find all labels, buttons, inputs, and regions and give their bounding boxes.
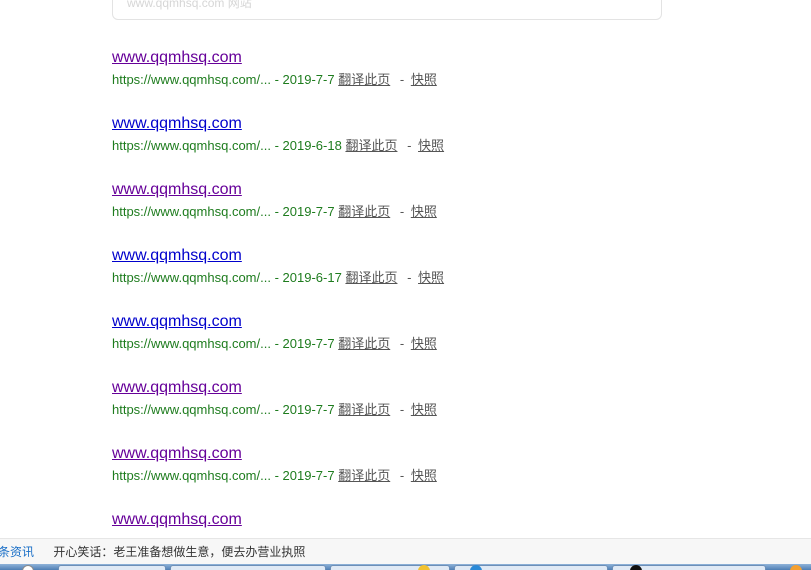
result-url: https://www.qqmhsq.com/...	[112, 270, 271, 285]
snapshot-link[interactable]: 快照	[411, 468, 437, 483]
search-result: www.qqmhsq.com https://www.qqmhsq.com/..…	[112, 180, 712, 246]
result-title-link[interactable]: www.qqmhsq.com	[112, 114, 242, 134]
meta-dash: -	[274, 270, 283, 285]
taskbar	[0, 564, 811, 570]
result-url: https://www.qqmhsq.com/...	[112, 204, 271, 219]
search-result: www.qqmhsq.com https://www.qqmhsq.com/..…	[112, 246, 712, 312]
snapshot-link[interactable]: 快照	[411, 336, 437, 351]
result-url: https://www.qqmhsq.com/...	[112, 138, 271, 153]
snapshot-link[interactable]: 快照	[411, 402, 437, 417]
translate-link[interactable]: 翻译此页	[345, 138, 397, 153]
app-icon[interactable]	[630, 565, 642, 570]
result-date: 2019-7-7	[282, 336, 335, 351]
result-date: 2019-6-18	[282, 138, 342, 153]
app-icon[interactable]	[790, 565, 802, 570]
browser-viewport: www.qqmhsq.com 网站 www.qqmhsq.com https:/…	[0, 0, 811, 570]
meta-dash: -	[274, 402, 283, 417]
meta-dash: -	[274, 72, 283, 87]
meta-dash: -	[274, 468, 283, 483]
search-box-ghost-text: www.qqmhsq.com 网站	[127, 0, 252, 10]
meta-dash: -	[399, 204, 405, 219]
result-meta: https://www.qqmhsq.com/... - 2019-6-17 翻…	[112, 269, 712, 287]
browser-icon[interactable]	[22, 565, 34, 570]
result-meta: https://www.qqmhsq.com/... - 2019-7-7 翻译…	[112, 335, 712, 353]
result-title-link[interactable]: www.qqmhsq.com	[112, 48, 242, 68]
result-title-link[interactable]: www.qqmhsq.com	[112, 312, 242, 332]
result-title-link[interactable]: www.qqmhsq.com	[112, 510, 242, 530]
meta-dash: -	[274, 138, 283, 153]
result-url: https://www.qqmhsq.com/...	[112, 402, 271, 417]
result-date: 2019-7-7	[282, 402, 335, 417]
result-meta: https://www.qqmhsq.com/... - 2019-7-7 翻译…	[112, 467, 712, 485]
folder-icon[interactable]	[418, 565, 430, 570]
search-result: www.qqmhsq.com https://www.qqmhsq.com/..…	[112, 312, 712, 378]
search-results: www.qqmhsq.com https://www.qqmhsq.com/..…	[112, 48, 712, 570]
meta-dash: -	[274, 204, 283, 219]
result-url: https://www.qqmhsq.com/...	[112, 72, 271, 87]
result-date: 2019-7-7	[282, 204, 335, 219]
translate-link[interactable]: 翻译此页	[338, 402, 390, 417]
snapshot-link[interactable]: 快照	[418, 270, 444, 285]
meta-dash: -	[399, 336, 405, 351]
taskbar-item[interactable]	[58, 565, 166, 570]
meta-dash: -	[399, 402, 405, 417]
meta-dash: -	[407, 270, 412, 285]
meta-dash: -	[274, 336, 283, 351]
snapshot-link[interactable]: 快照	[418, 138, 444, 153]
taskbar-item[interactable]	[330, 565, 450, 570]
result-date: 2019-6-17	[282, 270, 342, 285]
search-result: www.qqmhsq.com https://www.qqmhsq.com/..…	[112, 48, 712, 114]
result-title-link[interactable]: www.qqmhsq.com	[112, 378, 242, 398]
result-url: https://www.qqmhsq.com/...	[112, 336, 271, 351]
news-tag[interactable]: 条资讯	[0, 545, 34, 559]
result-meta: https://www.qqmhsq.com/... - 2019-7-7 翻译…	[112, 71, 712, 89]
app-icon[interactable]	[470, 565, 482, 570]
search-result: www.qqmhsq.com https://www.qqmhsq.com/..…	[112, 444, 712, 510]
snapshot-link[interactable]: 快照	[411, 204, 437, 219]
result-meta: https://www.qqmhsq.com/... - 2019-7-7 翻译…	[112, 401, 712, 419]
news-ticker-bar: 条资讯 开心笑话：老王准备想做生意，便去办营业执照	[0, 538, 811, 564]
result-url: https://www.qqmhsq.com/...	[112, 468, 271, 483]
result-title-link[interactable]: www.qqmhsq.com	[112, 180, 242, 200]
snapshot-link[interactable]: 快照	[411, 72, 437, 87]
translate-link[interactable]: 翻译此页	[338, 72, 390, 87]
taskbar-item[interactable]	[170, 565, 326, 570]
result-meta: https://www.qqmhsq.com/... - 2019-6-18 翻…	[112, 137, 712, 155]
result-meta: https://www.qqmhsq.com/... - 2019-7-7 翻译…	[112, 203, 712, 221]
result-title-link[interactable]: www.qqmhsq.com	[112, 444, 242, 464]
result-title-link[interactable]: www.qqmhsq.com	[112, 246, 242, 266]
meta-dash: -	[407, 138, 412, 153]
translate-link[interactable]: 翻译此页	[345, 270, 397, 285]
meta-dash: -	[399, 468, 405, 483]
result-date: 2019-7-7	[282, 72, 335, 87]
result-date: 2019-7-7	[282, 468, 335, 483]
news-joke-text[interactable]: 开心笑话：老王准备想做生意，便去办营业执照	[53, 545, 305, 559]
search-result: www.qqmhsq.com https://www.qqmhsq.com/..…	[112, 114, 712, 180]
translate-link[interactable]: 翻译此页	[338, 204, 390, 219]
translate-link[interactable]: 翻译此页	[338, 336, 390, 351]
translate-link[interactable]: 翻译此页	[338, 468, 390, 483]
search-box[interactable]: www.qqmhsq.com 网站	[112, 0, 662, 20]
search-result: www.qqmhsq.com https://www.qqmhsq.com/..…	[112, 378, 712, 444]
meta-dash: -	[399, 72, 405, 87]
